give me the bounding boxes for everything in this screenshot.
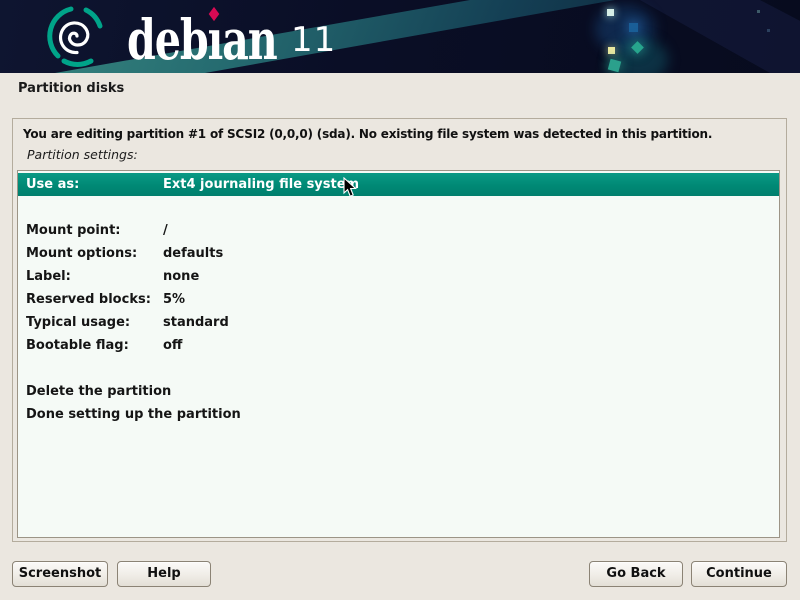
list-item-label[interactable]: Label:none: [18, 265, 779, 288]
debian-version: 11: [291, 23, 336, 57]
list-spacer: [18, 357, 779, 380]
list-item-mount-point[interactable]: Mount point:/: [18, 219, 779, 242]
banner-square-decor: [757, 10, 760, 13]
row-value: standard: [163, 315, 229, 330]
banner-square-decor: [608, 47, 615, 54]
brand-text-pre: deb: [127, 7, 208, 72]
debian-wordmark: debıan: [127, 12, 277, 67]
list-item-typical-usage[interactable]: Typical usage:standard: [18, 311, 779, 334]
debian-swirl-icon: [44, 4, 108, 68]
row-label: Reserved blocks:: [26, 288, 163, 311]
edit-message: You are editing partition #1 of SCSI2 (0…: [23, 127, 712, 141]
list-item-bootable-flag[interactable]: Bootable flag:off: [18, 334, 779, 357]
partition-settings-list: Use as:Ext4 journaling file system Mount…: [17, 170, 780, 538]
row-label: Mount point:: [26, 219, 163, 242]
list-item-done-partition[interactable]: Done setting up the partition: [18, 403, 779, 426]
list-spacer: [18, 196, 779, 219]
row-label: Typical usage:: [26, 311, 163, 334]
installer-banner: debıan 11: [0, 0, 800, 73]
list-item-reserved-blocks[interactable]: Reserved blocks:5%: [18, 288, 779, 311]
row-label: Mount options:: [26, 242, 163, 265]
brand-letter-i: ı: [208, 12, 223, 67]
banner-square-decor: [767, 29, 770, 32]
row-value: Ext4 journaling file system: [163, 177, 359, 192]
list-item-use-as[interactable]: Use as:Ext4 journaling file system: [18, 173, 779, 196]
banner-square-decor: [607, 9, 614, 16]
banner-square-decor: [629, 23, 638, 32]
settings-label: Partition settings:: [27, 147, 138, 162]
brand-text-post: an: [222, 7, 276, 72]
row-value: off: [163, 338, 182, 353]
row-label: Bootable flag:: [26, 334, 163, 357]
list-item-mount-options[interactable]: Mount options:defaults: [18, 242, 779, 265]
help-button[interactable]: Help: [117, 561, 211, 587]
go-back-button[interactable]: Go Back: [589, 561, 683, 587]
row-label: Use as:: [26, 173, 163, 196]
row-value: none: [163, 269, 199, 284]
continue-button[interactable]: Continue: [691, 561, 787, 587]
screenshot-button[interactable]: Screenshot: [12, 561, 108, 587]
content-panel: You are editing partition #1 of SCSI2 (0…: [12, 118, 787, 542]
page-title: Partition disks: [18, 81, 124, 96]
mouse-cursor-icon: [343, 177, 357, 198]
row-label: Label:: [26, 265, 163, 288]
row-value: defaults: [163, 246, 223, 261]
row-value: /: [163, 223, 168, 238]
row-value: 5%: [163, 292, 185, 307]
list-item-delete-partition[interactable]: Delete the partition: [18, 380, 779, 403]
